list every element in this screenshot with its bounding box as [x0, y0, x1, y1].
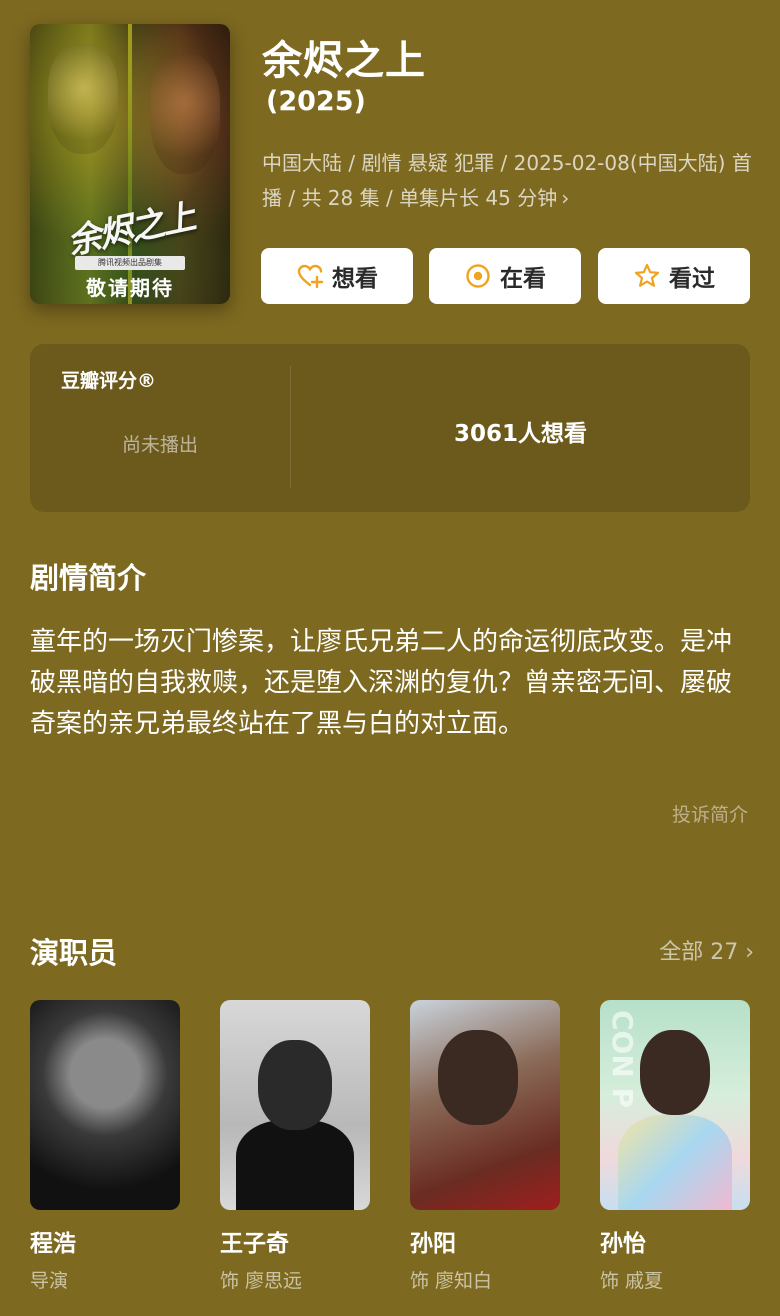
photo-figure-head	[438, 1030, 518, 1125]
cast-role: 饰 廖思远	[220, 1270, 303, 1292]
show-meta[interactable]: 中国大陆 / 剧情 悬疑 犯罪 / 2025-02-08(中国大陆) 首播 / …	[262, 146, 762, 216]
cast-all-link[interactable]: 全部 27 ›	[659, 934, 754, 966]
rating-card[interactable]: 豆瓣评分® 尚未播出 3061人想看	[30, 344, 750, 512]
cast-title: 演职员	[30, 936, 118, 970]
cast-role: 饰 廖知白	[410, 1270, 493, 1292]
cast-name: 程浩	[30, 1231, 76, 1257]
report-synopsis-link[interactable]: 投诉简介	[672, 800, 748, 827]
cast-card[interactable]: 孙阳 饰 廖知白	[410, 1000, 560, 1293]
synopsis-title: 剧情简介	[30, 561, 147, 595]
cast-card[interactable]: 王子奇 饰 廖思远	[220, 1000, 370, 1293]
show-year: (2025)	[266, 86, 366, 117]
photo-figure-body	[236, 1120, 354, 1210]
target-icon	[464, 262, 492, 290]
synopsis-text: 童年的一场灭门惨案，让廖氏兄弟二人的命运彻底改变。是冲破黑暗的自我救赎，还是堕入…	[30, 627, 733, 739]
poster-figure-right	[150, 54, 220, 174]
watched-button-label: 看过	[669, 266, 715, 292]
want-button[interactable]: 想看	[261, 248, 413, 304]
cast-photo: CON P	[600, 1000, 750, 1210]
cast-photo	[30, 1000, 180, 1210]
cast-role: 导演	[30, 1270, 69, 1292]
cast-photo	[220, 1000, 370, 1210]
cast-card[interactable]: CON P 孙怡 饰 戚夏	[600, 1000, 750, 1293]
photo-figure-body	[618, 1115, 732, 1210]
rating-label: 豆瓣评分®	[61, 370, 157, 392]
cast-role: 饰 戚夏	[600, 1270, 664, 1292]
meta-text: 中国大陆 / 剧情 悬疑 犯罪 / 2025-02-08(中国大陆) 首播 / …	[262, 151, 752, 210]
cast-photo	[410, 1000, 560, 1210]
chevron-right-icon: ›	[561, 186, 570, 210]
watched-button[interactable]: 看过	[598, 248, 750, 304]
poster-figure-left	[48, 44, 118, 154]
header: 余烬之上 腾讯视频出品剧集 敬请期待 余烬之上 (2025) 中国大陆 / 剧情…	[0, 0, 780, 320]
want-count: 3061人想看	[453, 421, 587, 447]
heart-plus-icon	[296, 262, 324, 290]
poster-badge: 腾讯视频出品剧集	[75, 256, 185, 270]
poster-image[interactable]: 余烬之上 腾讯视频出品剧集 敬请期待	[30, 24, 230, 304]
cast-card[interactable]: 程浩 导演	[30, 1000, 180, 1293]
poster-coming-text: 敬请期待	[86, 276, 174, 300]
cast-name: 孙怡	[600, 1231, 646, 1257]
rating-status: 尚未播出	[121, 434, 198, 456]
watching-button[interactable]: 在看	[429, 248, 581, 304]
watching-button-label: 在看	[500, 266, 546, 292]
want-button-label: 想看	[332, 266, 378, 292]
cast-name: 孙阳	[410, 1231, 456, 1257]
photo-figure-head	[640, 1030, 710, 1115]
photo-watermark: CON P	[606, 1010, 639, 1109]
star-icon	[633, 262, 661, 290]
show-title: 余烬之上	[262, 38, 426, 84]
photo-figure-head	[258, 1040, 332, 1130]
cast-name: 王子奇	[220, 1231, 289, 1257]
